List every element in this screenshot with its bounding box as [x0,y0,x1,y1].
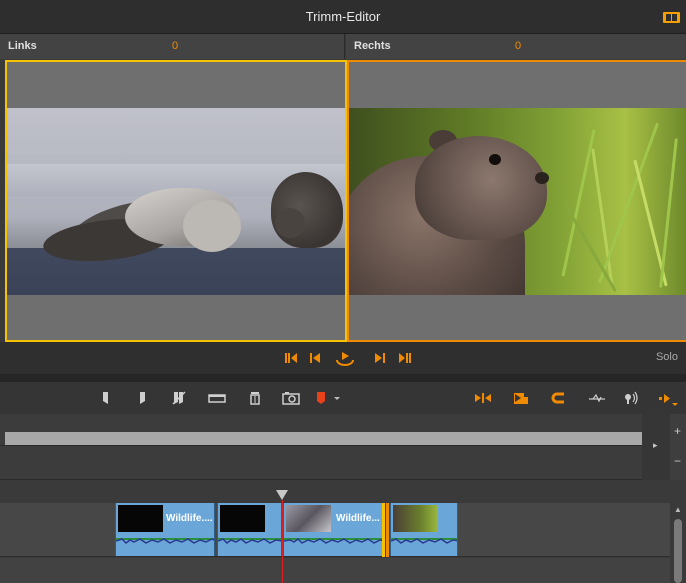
step-back-icon[interactable] [309,351,321,365]
left-panel-header: Links 0 [0,34,345,59]
clip-waveform [391,538,457,544]
delete-icon[interactable] [248,391,262,405]
timeline-ruler[interactable] [0,481,686,503]
expand-arrow-icon[interactable]: ▸ [653,440,658,451]
trim-point-right[interactable] [386,503,389,557]
timeline-clip[interactable] [390,503,458,556]
layout-toggle-icon[interactable] [663,12,680,23]
trim-mode-icon[interactable] [474,391,492,405]
magnet-icon[interactable] [550,391,568,405]
edit-toolbar [0,382,686,414]
zoom-out-button[interactable]: − [674,454,681,468]
snapshot-icon[interactable] [282,391,300,405]
audio-track [0,558,686,583]
clip-waveform [284,538,382,544]
clip-name: Wildlife.... [166,513,213,524]
insert-icon[interactable] [512,391,530,405]
right-preview-image [349,108,686,295]
clear-marks-icon[interactable] [172,391,186,405]
timeline-scrollbar[interactable]: ▲ [670,503,686,583]
marker-dropdown-icon[interactable] [332,391,342,405]
right-panel-value: 0 [515,40,522,52]
solo-button[interactable]: Solo [656,351,678,363]
mark-in-icon[interactable] [98,391,112,405]
left-preview[interactable] [5,60,347,342]
clip-name: Wildlife... [336,513,380,524]
scroll-up-icon[interactable]: ▲ [674,505,682,514]
more-icon[interactable] [658,391,680,406]
window-title: Trimm-Editor [305,9,381,24]
right-panel-label: Rechts [354,40,391,52]
right-preview[interactable] [347,60,686,342]
volume-icon[interactable] [622,391,640,405]
mark-out-icon[interactable] [136,391,150,405]
clip-waveform [116,538,214,544]
playhead-handle[interactable] [276,490,288,500]
left-panel-label: Links [8,40,37,52]
video-track: Wildlife.... Wildlife... [0,503,686,557]
overview-bar[interactable] [5,432,642,445]
skip-to-start-icon[interactable] [284,351,298,365]
left-panel-value: 0 [172,40,179,52]
storyboard-icon[interactable] [208,391,226,405]
clip-thumbnail [220,505,265,532]
clip-thumbnail [118,505,163,532]
overview-scrubber: ▸ + − [0,414,686,480]
right-panel-header: Rechts 0 [346,34,686,59]
scrollbar-thumb[interactable] [674,519,682,583]
timeline-clip[interactable] [217,503,282,556]
trim-point-left[interactable] [382,503,385,557]
clip-thumbnail [286,505,331,532]
transport-bar: Solo [0,342,686,374]
loop-play-icon[interactable] [333,351,357,366]
left-preview-image [7,108,345,295]
zoom-in-button[interactable]: + [674,424,681,438]
title-bar: Trimm-Editor [0,0,686,34]
panel-divider[interactable] [0,374,686,382]
clip-waveform [218,538,281,544]
clip-thumbnail [393,505,438,532]
step-forward-icon[interactable] [374,351,386,365]
audio-scrub-icon[interactable] [588,391,606,405]
timeline-clip[interactable]: Wildlife... [283,503,383,556]
timeline-clip[interactable]: Wildlife.... [115,503,215,556]
playhead-line [282,500,283,583]
skip-to-end-icon[interactable] [398,351,412,365]
marker-icon[interactable] [314,391,328,405]
